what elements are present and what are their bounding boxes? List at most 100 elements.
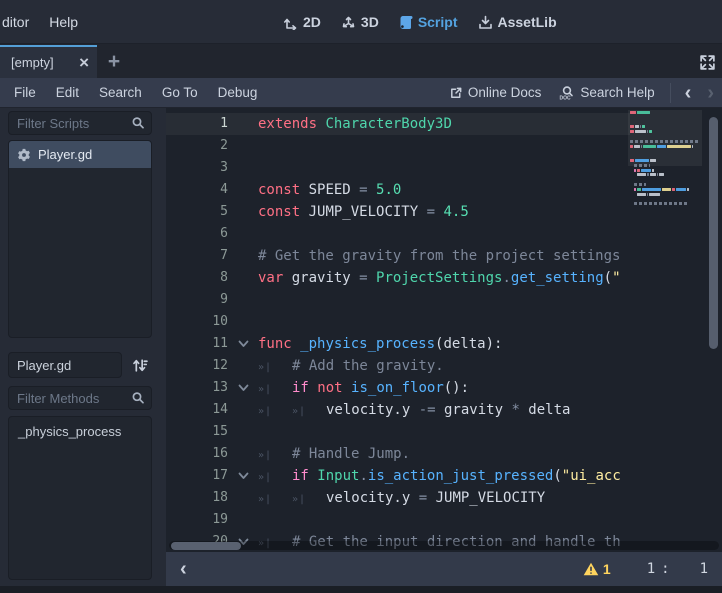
scene-tab-bar: [empty] × + — [0, 44, 722, 78]
code-line[interactable]: 5const JUMP_VELOCITY = 4.5 — [166, 201, 630, 223]
minimap[interactable] — [630, 108, 700, 552]
online-docs-label: Online Docs — [468, 85, 542, 100]
code-line[interactable]: 17»|if Input.is_action_just_pressed("ui_… — [166, 465, 630, 487]
minimap-segment — [641, 169, 651, 172]
filter-scripts-box — [8, 111, 152, 135]
godot-script-editor-window: ditor Help 2D 3D Script — [0, 0, 722, 593]
warnings-indicator[interactable]: 1 — [583, 561, 611, 577]
code-line[interactable]: 16»|# Handle Jump. — [166, 443, 630, 465]
code-line[interactable]: 7# Get the gravity from the project sett… — [166, 245, 630, 267]
workspace-2d-button[interactable]: 2D — [283, 14, 321, 30]
tab-indent-marker: »| — [292, 489, 326, 509]
sort-methods-button[interactable] — [126, 352, 152, 378]
code-line[interactable]: 19 — [166, 509, 630, 531]
line-number: 3 — [166, 157, 228, 179]
minimap-segment — [650, 159, 656, 162]
code-line-text — [258, 289, 630, 311]
token-pln: ( — [553, 468, 561, 484]
minimap-segment — [643, 145, 656, 148]
editor-column: 1extends CharacterBody3D234const SPEED =… — [166, 108, 722, 586]
menu-edit[interactable]: Edit — [46, 85, 89, 100]
line-number: 19 — [166, 509, 228, 531]
script-list-item[interactable]: Player.gd — [9, 141, 151, 168]
minimap-segment — [634, 164, 650, 167]
code-editor[interactable]: 1extends CharacterBody3D234const SPEED =… — [166, 108, 722, 552]
menu-goto[interactable]: Go To — [152, 85, 208, 100]
workspace-assetlib-button[interactable]: AssetLib — [478, 14, 557, 30]
filter-methods-input[interactable] — [17, 391, 131, 406]
gutter-space — [228, 267, 258, 289]
search-help-button[interactable]: DOC Search Help — [550, 85, 663, 101]
code-line-text: »|»|velocity.y -= gravity * delta — [258, 399, 630, 421]
horizontal-scrollbar[interactable] — [169, 541, 719, 550]
menu-editor[interactable]: ditor — [0, 14, 39, 30]
minimap-segment — [667, 145, 691, 148]
minimap-segment — [635, 130, 646, 133]
3d-axes-icon — [341, 15, 356, 30]
current-script-name-field[interactable] — [8, 352, 122, 378]
token-kw: not — [317, 380, 342, 396]
menu-search[interactable]: Search — [89, 85, 152, 100]
gutter-space — [228, 289, 258, 311]
code-line[interactable]: 10 — [166, 311, 630, 333]
token-op: = — [359, 270, 367, 286]
minimap-segment — [637, 169, 640, 172]
code-line[interactable]: 1extends CharacterBody3D — [166, 113, 630, 135]
minimap-segment — [659, 173, 664, 176]
new-tab-button[interactable]: + — [97, 45, 131, 78]
collapse-panel-button[interactable]: ‹ — [174, 559, 193, 579]
code-line-text: »|if Input.is_action_just_pressed("ui_ac… — [258, 465, 630, 487]
token-pln: ( — [604, 270, 612, 286]
code-line[interactable]: 9 — [166, 289, 630, 311]
script-item-label: Player.gd — [38, 147, 92, 162]
menu-file[interactable]: File — [4, 85, 46, 100]
history-back-button[interactable]: ‹ — [677, 83, 700, 103]
minimap-segment — [630, 140, 699, 143]
online-docs-button[interactable]: Online Docs — [440, 85, 551, 100]
token-op: = — [359, 182, 367, 198]
minimap-segment — [652, 169, 654, 172]
minimap-segment — [650, 173, 656, 176]
code-line[interactable]: 18»|»|velocity.y = JUMP_VELOCITY — [166, 487, 630, 509]
token-op: = — [427, 204, 435, 220]
minimap-segment — [630, 130, 634, 133]
workspace-3d-button[interactable]: 3D — [341, 14, 379, 30]
token-cmt: # Get the gravity from the project setti… — [258, 248, 620, 264]
menu-help[interactable]: Help — [39, 14, 88, 30]
minimap-row — [630, 130, 700, 133]
token-cmt: # Add the gravity. — [292, 358, 444, 374]
fold-toggle[interactable] — [228, 377, 258, 399]
scene-tab-empty[interactable]: [empty] × — [0, 45, 97, 78]
fold-toggle[interactable] — [228, 333, 258, 355]
horizontal-scrollbar-thumb[interactable] — [171, 542, 241, 550]
code-line[interactable]: 12»|# Add the gravity. — [166, 355, 630, 377]
fold-toggle[interactable] — [228, 465, 258, 487]
menu-debug[interactable]: Debug — [208, 85, 268, 100]
code-line-text: const JUMP_VELOCITY = 4.5 — [258, 201, 630, 223]
token-op: . — [359, 468, 367, 484]
tab-indent-marker: »| — [292, 401, 326, 421]
history-forward-button[interactable]: › — [699, 83, 722, 103]
code-line[interactable]: 15 — [166, 421, 630, 443]
token-op: . — [502, 270, 510, 286]
code-line[interactable]: 4const SPEED = 5.0 — [166, 179, 630, 201]
workspace-script-button[interactable]: Script — [399, 14, 458, 30]
vertical-scrollbar-thumb[interactable] — [709, 117, 718, 349]
filter-scripts-input[interactable] — [17, 116, 131, 131]
code-line[interactable]: 2 — [166, 135, 630, 157]
expand-fullscreen-button[interactable] — [697, 52, 717, 72]
workspace-2d-label: 2D — [303, 14, 321, 30]
minimap-segment — [634, 169, 636, 172]
token-pln: JUMP_VELOCITY — [427, 490, 545, 506]
token-pln: gravity — [436, 402, 512, 418]
code-line[interactable]: 13»|if not is_on_floor(): — [166, 377, 630, 399]
code-line-text — [258, 421, 630, 443]
code-line[interactable]: 6 — [166, 223, 630, 245]
code-line[interactable]: 14»|»|velocity.y -= gravity * delta — [166, 399, 630, 421]
method-list-item[interactable]: _physics_process — [9, 417, 151, 443]
code-line[interactable]: 8var gravity = ProjectSettings.get_setti… — [166, 267, 630, 289]
code-line[interactable]: 3 — [166, 157, 630, 179]
code-line[interactable]: 11func _physics_process(delta): — [166, 333, 630, 355]
close-tab-icon[interactable]: × — [79, 56, 89, 70]
token-fn: is_action_just_pressed — [368, 468, 553, 484]
